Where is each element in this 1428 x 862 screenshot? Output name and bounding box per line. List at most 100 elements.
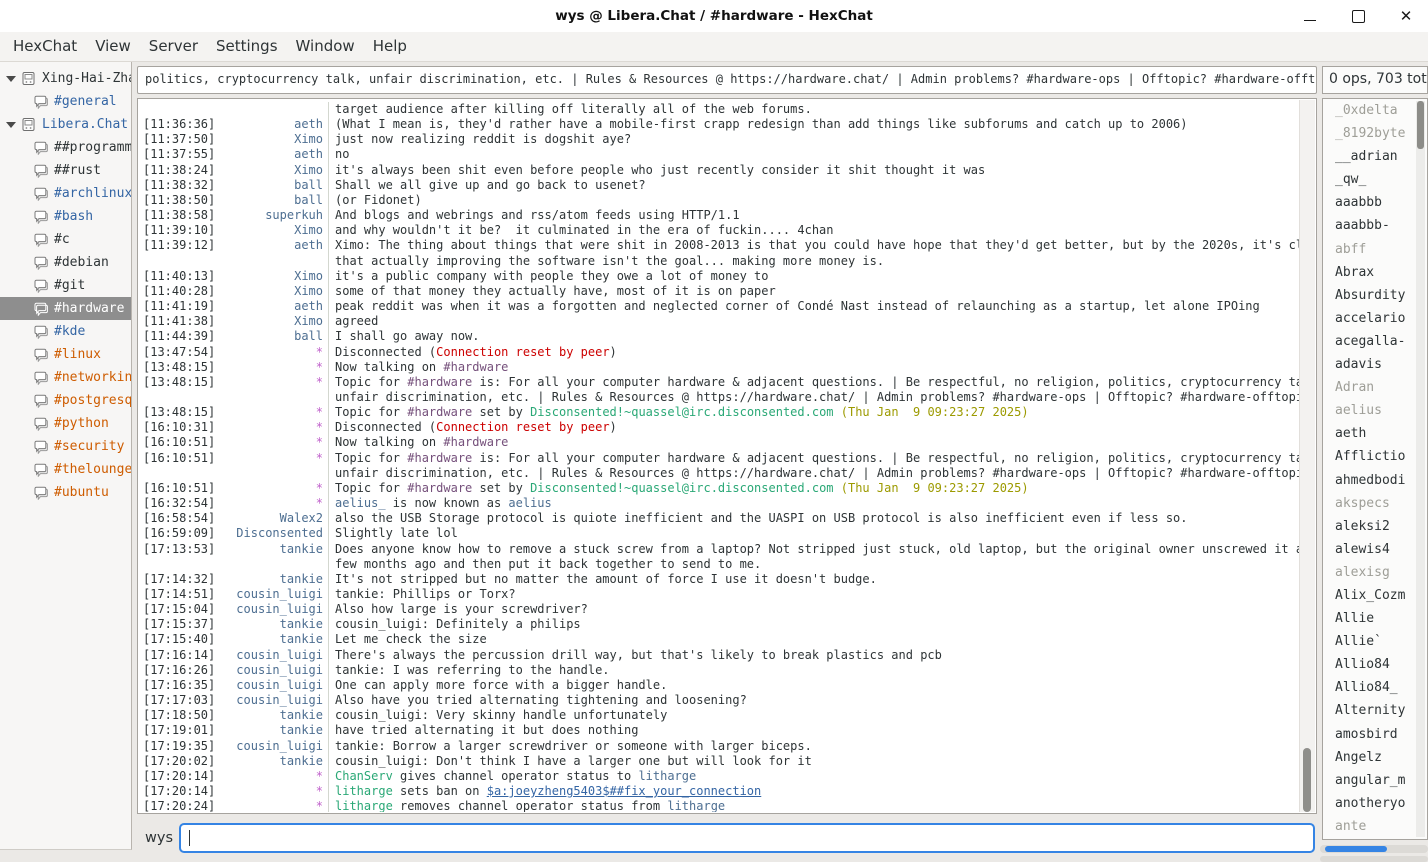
maximize-icon (1352, 10, 1365, 23)
chat-row: [17:16:26]cousin_luigitankie: I was refe… (138, 663, 1300, 678)
timestamp: [17:20:02] (138, 754, 219, 769)
userlist-item-ahmedbodi[interactable]: ahmedbodi (1323, 469, 1427, 492)
sidebar-item-libera-chat[interactable]: Libera.Chat (0, 113, 131, 136)
close-button[interactable]: ✕ (1398, 8, 1414, 24)
userlist-item-alewis4[interactable]: alewis4 (1323, 538, 1427, 561)
sidebar-item-postgresql[interactable]: #postgresql (0, 389, 131, 412)
sidebar-item-programming[interactable]: ##programming (0, 136, 131, 159)
userlist-item-adavis[interactable]: adavis (1323, 353, 1427, 376)
bottom-scrollbar-track[interactable] (1320, 856, 1428, 862)
message-segment: Shall we all give up and go back to usen… (335, 178, 646, 192)
sidebar-item-debian[interactable]: #debian (0, 251, 131, 274)
userlist-item-abrax[interactable]: Abrax (1323, 261, 1427, 284)
userlist-item-afflictio[interactable]: Afflictio (1323, 445, 1427, 468)
userlist-item-adran[interactable]: Adran (1323, 376, 1427, 399)
sidebar-item-general[interactable]: #general (0, 90, 131, 113)
chat-row: [13:47:54]*Disconnected (Connection rese… (138, 345, 1300, 360)
sidebar-item-hardware[interactable]: #hardware (0, 297, 131, 320)
chat-scrollbar-thumb[interactable] (1303, 748, 1311, 812)
userlist-item-adrian[interactable]: __adrian (1323, 145, 1427, 168)
userlist-item-allio84[interactable]: Allio84_ (1323, 676, 1427, 699)
userlist-item-angelz[interactable]: Angelz (1323, 746, 1427, 769)
sidebar-item-git[interactable]: #git (0, 274, 131, 297)
message: tankie: I was referring to the handle. (328, 663, 1300, 678)
topic-input[interactable]: politics, cryptocurrency talk, unfair di… (137, 66, 1317, 94)
userlist-item-absurdity[interactable]: Absurdity (1323, 284, 1427, 307)
userlist-item-8192byte[interactable]: _8192byte (1323, 122, 1427, 145)
menu-view[interactable]: View (86, 32, 140, 61)
userlist-scrollbar-thumb[interactable] (1417, 101, 1424, 149)
message-segment: Topic for (335, 405, 407, 419)
userlist-item-angular-m[interactable]: angular_m (1323, 769, 1427, 792)
chat-row: [17:20:02]tankiecousin_luigi: Don't thin… (138, 754, 1300, 769)
userlist-horizontal-scrollbar[interactable] (1320, 845, 1428, 853)
message-segment: it's a public company with people they o… (335, 269, 768, 283)
userlist-item-aelius[interactable]: aelius (1323, 399, 1427, 422)
message-segment: Disconsented!~quassel@irc.disconsented.c… (530, 405, 833, 419)
message: Now talking on #hardware (328, 360, 1300, 375)
userlist-item-amosbird[interactable]: amosbird (1323, 723, 1427, 746)
sidebar-item-networking[interactable]: #networking (0, 366, 131, 389)
userlist-item-aaabbb[interactable]: aaabbb- (1323, 214, 1427, 237)
sidebar-item-linux[interactable]: #linux (0, 343, 131, 366)
userlist-hscrollbar-thumb[interactable] (1325, 846, 1387, 852)
timestamp: [17:20:24] (138, 799, 219, 812)
sidebar-item-python[interactable]: #python (0, 412, 131, 435)
userlist-vertical-scrollbar[interactable] (1416, 101, 1425, 837)
menu-server[interactable]: Server (140, 32, 207, 61)
userlist-item-alternity[interactable]: Alternity (1323, 699, 1427, 722)
nick: Ximo (219, 314, 328, 329)
sidebar-item-kde[interactable]: #kde (0, 320, 131, 343)
message-segment: also the USB Storage protocol is quiote … (335, 511, 1188, 525)
userlist-item-0xdelta[interactable]: _0xdelta (1323, 99, 1427, 122)
sidebar-item-ubuntu[interactable]: #ubuntu (0, 481, 131, 504)
sidebar-item-thelounge[interactable]: #thelounge (0, 458, 131, 481)
timestamp: [13:48:15] (138, 405, 219, 420)
expander-icon[interactable] (6, 76, 16, 82)
chat-row: [17:20:14]*ChanServ gives channel operat… (138, 769, 1300, 784)
userlist-item-aeth[interactable]: aeth (1323, 422, 1427, 445)
nick: Ximo (219, 223, 328, 238)
userlist-item-allio84[interactable]: Allio84 (1323, 653, 1427, 676)
userlist-item-alix-cozm[interactable]: Alix_Cozm (1323, 584, 1427, 607)
userlist-item-allie[interactable]: Allie` (1323, 630, 1427, 653)
message-input[interactable] (179, 823, 1315, 853)
userlist-item-anotheryo[interactable]: anotheryo (1323, 792, 1427, 815)
userlist-item-ante[interactable]: ante (1323, 815, 1427, 838)
chat-vertical-scrollbar[interactable] (1299, 100, 1315, 812)
userlist-item-allie[interactable]: Allie (1323, 607, 1427, 630)
chat-row: [17:15:04]cousin_luigiAlso how large is … (138, 602, 1300, 617)
sidebar-item-archlinux[interactable]: #archlinux (0, 182, 131, 205)
timestamp (138, 557, 219, 572)
ban-mask-link[interactable]: $a:joeyzheng5403$##fix_your_connection (487, 784, 762, 798)
sidebar-item-bash[interactable]: #bash (0, 205, 131, 228)
own-nick-button[interactable]: wys (145, 824, 173, 852)
timestamp: [11:37:55] (138, 147, 219, 162)
sidebar-item-security[interactable]: #security (0, 435, 131, 458)
menu-hexchat[interactable]: HexChat (4, 32, 86, 61)
maximize-button[interactable] (1350, 8, 1366, 24)
message-segment: I shall go away now. (335, 329, 480, 343)
userlist-item-qw[interactable]: _qw_ (1323, 168, 1427, 191)
menu-help[interactable]: Help (364, 32, 416, 61)
timestamp: [13:47:54] (138, 345, 219, 360)
message-segment: unfair discrimination, etc. | Rules & Re… (335, 466, 1300, 480)
minimize-button[interactable] (1302, 8, 1318, 24)
expander-icon[interactable] (6, 122, 16, 128)
menu-settings[interactable]: Settings (207, 32, 287, 61)
timestamp: [16:10:31] (138, 420, 219, 435)
menu-window[interactable]: Window (287, 32, 364, 61)
sidebar-item-c[interactable]: #c (0, 228, 131, 251)
userlist-item-accelario[interactable]: accelario (1323, 307, 1427, 330)
timestamp: [11:36:36] (138, 117, 219, 132)
sidebar-item-xing-hai-zhan[interactable]: Xing-Hai-Zhan (0, 67, 131, 90)
userlist-item-aaabbb[interactable]: aaabbb (1323, 191, 1427, 214)
message-segment: Topic for (335, 481, 407, 495)
sidebar-item-rust[interactable]: ##rust (0, 159, 131, 182)
userlist-item-aleksi2[interactable]: aleksi2 (1323, 515, 1427, 538)
chat-row: few months ago and then put it back toge… (138, 557, 1300, 572)
userlist-item-akspecs[interactable]: akspecs (1323, 492, 1427, 515)
userlist-item-acegalla[interactable]: acegalla- (1323, 330, 1427, 353)
userlist-item-abff[interactable]: abff (1323, 238, 1427, 261)
userlist-item-alexisg[interactable]: alexisg (1323, 561, 1427, 584)
